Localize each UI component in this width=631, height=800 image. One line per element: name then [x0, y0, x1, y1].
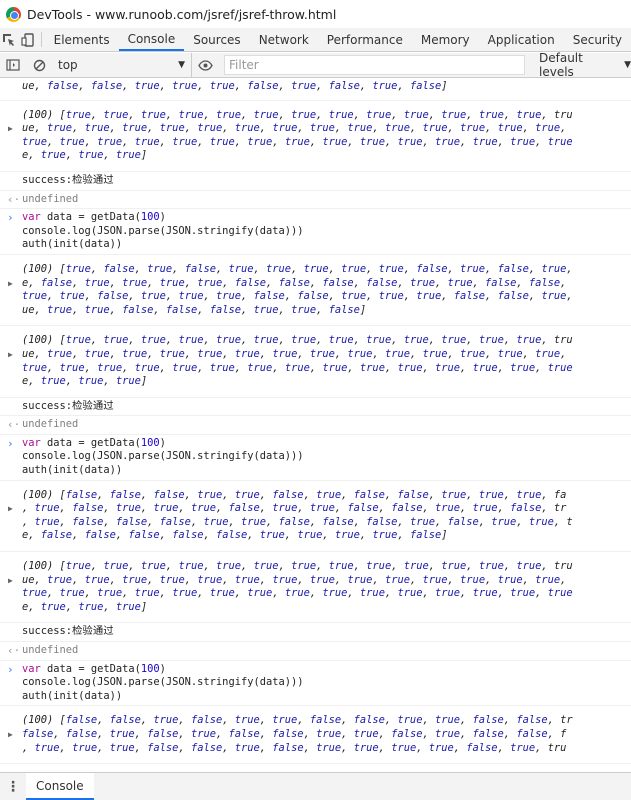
array-line: false, false, true, false, true, false, … [22, 727, 567, 740]
array-line: ue, false, false, true, true, true, fals… [22, 80, 448, 92]
drawer-tab-console[interactable]: Console [26, 773, 94, 800]
console-array-message: (100) [true, true, true, true, true, tru… [0, 552, 631, 624]
expand-arrow-icon[interactable]: ▶ [8, 122, 13, 136]
array-line: ue, true, true, false, false, false, tru… [22, 303, 367, 316]
expand-arrow-icon[interactable]: ▶ [8, 348, 13, 362]
console-input-command: › var data = getData(100) console.log(JSO… [0, 435, 631, 481]
result-arrow-icon: ‹· [7, 644, 21, 657]
array-line: (100) [true, false, true, false, true, t… [22, 262, 573, 275]
array-line: e, true, true, true] [22, 600, 148, 613]
code-line: auth(init(data)) [22, 238, 123, 251]
expand-arrow-icon[interactable]: ▶ [8, 728, 13, 742]
console-log-message: success:检验通过 [0, 172, 631, 191]
array-line: e, true, true, true] [22, 149, 148, 162]
array-line: , true, true, true, false, false, true, … [22, 741, 567, 754]
array-line: (100) [true, true, true, true, true, tru… [22, 108, 573, 121]
array-line: ue, true, true, true, true, true, true, … [22, 122, 567, 135]
array-line: e, false, true, true, true, true, false,… [22, 276, 567, 289]
code-line: console.log(JSON.parse(JSON.stringify(da… [22, 676, 304, 689]
log-text: success:检验通过 [22, 625, 114, 638]
console-result: ‹· undefined [0, 416, 631, 435]
console-filter-bar: top ▼ Default levels ▼ [0, 51, 631, 79]
console-array-message: (100) [true, true, true, true, true, tru… [0, 101, 631, 172]
console-result: ‹· undefined [0, 191, 631, 210]
array-line: ue, true, true, true, true, true, true, … [22, 347, 567, 360]
result-text: undefined [22, 644, 79, 656]
code-line: auth(init(data)) [22, 464, 123, 477]
array-line: (100) [true, true, true, true, true, tru… [22, 334, 573, 347]
array-line: ue, true, true, true, true, true, true, … [22, 573, 567, 586]
expand-arrow-icon[interactable]: ▶ [8, 574, 13, 588]
array-line: (100) [false, false, false, true, true, … [22, 488, 567, 501]
code-line: var data = getData(100) [22, 436, 166, 449]
console-input-command: › var data = getData(100) console.log(JSO… [0, 661, 631, 707]
array-line: e, true, true, true] [22, 375, 148, 388]
console-log-message: success:检验通过 [0, 398, 631, 417]
prompt-chevron-icon: › [7, 662, 14, 676]
array-line: true, true, false, true, true, true, fal… [22, 290, 573, 303]
console-array-message: (100) [true, false, true, false, true, t… [0, 255, 631, 327]
array-line: , true, false, false, false, true, true,… [22, 515, 573, 528]
console-result: ‹· undefined [0, 642, 631, 661]
array-line: (100) [false, false, true, false, true, … [22, 714, 573, 727]
array-line: true, true, true, true, true, true, true… [22, 587, 573, 600]
inspect-element-icon[interactable] [0, 28, 19, 51]
log-levels-label: Default levels [539, 51, 583, 79]
console-array-message: (100) [false, false, true, false, true, … [0, 706, 631, 765]
sidebar-toggle-icon[interactable] [0, 53, 26, 77]
code-line: auth(init(data)) [22, 689, 123, 702]
tab-security[interactable]: Security [564, 28, 631, 51]
console-input-command: › var data = getData(100) console.log(JSO… [0, 209, 631, 255]
log-text: success:检验通过 [22, 399, 114, 412]
more-menu-icon[interactable]: ⋮ [0, 773, 26, 800]
window-title: DevTools - www.runoob.com/jsref/jsref-th… [27, 6, 337, 22]
console-array-message: ue, false, false, true, true, true, fals… [0, 78, 631, 101]
eye-icon[interactable] [192, 53, 218, 77]
tab-console[interactable]: Console [118, 28, 185, 51]
tab-application[interactable]: Application [479, 28, 564, 51]
window-title-bar: DevTools - www.runoob.com/jsref/jsref-th… [0, 0, 631, 28]
log-levels-dropdown[interactable]: Default levels ▼ [531, 51, 631, 79]
context-value: top [58, 58, 78, 72]
array-line: (100) [true, true, true, true, true, tru… [22, 560, 573, 573]
panel-tabs: Elements Console Sources Network Performance… [45, 28, 631, 51]
console-messages[interactable]: ue, false, false, true, true, true, fals… [0, 78, 631, 772]
console-array-message: (100) [false, false, false, true, true, … [0, 481, 631, 553]
console-log-message: success:检验通过 [0, 623, 631, 642]
result-text: undefined [22, 418, 79, 431]
array-line: , true, false, true, true, true, false, … [22, 502, 567, 515]
code-line: var data = getData(100) [22, 662, 166, 675]
tab-performance[interactable]: Performance [318, 28, 412, 51]
tab-sources[interactable]: Sources [184, 28, 249, 51]
prompt-chevron-icon: › [7, 436, 14, 450]
console-array-message: (100) [true, true, true, true, true, tru… [0, 326, 631, 398]
array-line: true, true, true, true, true, true, true… [22, 361, 573, 374]
expand-arrow-icon[interactable]: ▶ [8, 277, 13, 291]
array-line: true, true, true, true, true, true, true… [22, 135, 573, 148]
dropdown-arrow-icon: ▼ [624, 60, 631, 70]
filter-input[interactable] [224, 55, 525, 75]
device-toolbar-icon[interactable] [19, 28, 38, 51]
expand-arrow-icon[interactable]: ▶ [8, 502, 13, 516]
devtools-toolbar: Elements Console Sources Network Performance… [0, 28, 631, 52]
drawer-tabbar: ⋮ Console [0, 772, 631, 800]
code-line: console.log(JSON.parse(JSON.stringify(da… [22, 450, 304, 463]
log-text: success:检验通过 [22, 173, 114, 186]
prompt-chevron-icon: › [7, 211, 14, 225]
tab-elements[interactable]: Elements [45, 28, 119, 51]
array-line: e, false, false, false, false, false, tr… [22, 529, 448, 542]
code-line: var data = getData(100) [22, 211, 166, 224]
result-arrow-icon: ‹· [7, 418, 21, 432]
code-line: console.log(JSON.parse(JSON.stringify(da… [22, 224, 304, 237]
context-selector[interactable]: top ▼ [52, 53, 192, 77]
result-text: undefined [22, 192, 79, 205]
clear-console-icon[interactable] [26, 53, 52, 77]
chrome-icon [6, 6, 21, 22]
toolbar-divider [40, 32, 42, 47]
dropdown-arrow-icon: ▼ [178, 60, 185, 70]
tab-network[interactable]: Network [250, 28, 318, 51]
result-arrow-icon: ‹· [7, 192, 21, 206]
tab-memory[interactable]: Memory [412, 28, 479, 51]
